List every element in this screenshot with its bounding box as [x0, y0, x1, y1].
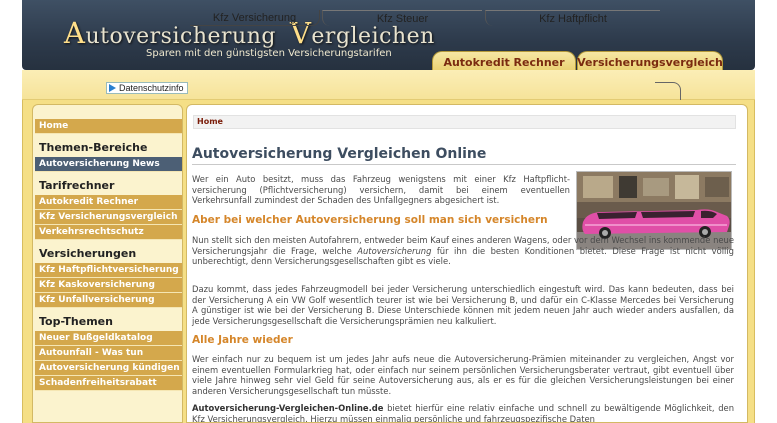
- sidebar-item-autoversicherung-kuendigen[interactable]: Autoversicherung kündigen: [35, 361, 182, 376]
- paragraph-4: Wer einfach nur zu bequem ist um jedes J…: [192, 354, 734, 397]
- nav-divider: [655, 82, 681, 100]
- breadcrumb: Home: [193, 115, 736, 129]
- nav-kfz-steuer[interactable]: Kfz Steuer: [322, 10, 482, 26]
- sidebar-item-bussgeldkatalog[interactable]: Neuer Bußgeldkatalog: [35, 331, 182, 346]
- privacy-info-link[interactable]: Datenschutzinfo: [106, 82, 188, 94]
- logo-word-a: utoversicherung: [85, 24, 276, 49]
- site-name-bold: Autoversicherung-Vergleichen-Online.de: [192, 403, 384, 413]
- paragraph-2-emphasis: Autoversicherung: [357, 245, 432, 256]
- sidebar-item-kfz-versicherungsvergleich[interactable]: Kfz Versicherungsvergleich: [35, 210, 182, 225]
- sidebar-heading-top-themen: Top-Themen: [35, 308, 182, 331]
- sidebar-item-verkehrsrechtschutz[interactable]: Verkehrsrechtschutz: [35, 225, 182, 240]
- nav-kfz-haftpflicht[interactable]: Kfz Haftpflicht: [485, 10, 660, 26]
- sidebar-item-kfz-kaskoversicherung[interactable]: Kfz Kaskoversicherung: [35, 278, 182, 293]
- paragraph-3: Dazu kommt, dass jedes Fahrzeugmodell be…: [192, 284, 734, 327]
- sidebar-item-autounfall[interactable]: Autounfall - Was tun: [35, 346, 182, 361]
- section-heading-welche-versicherung: Aber bei welcher Autoversicherung soll m…: [192, 214, 548, 226]
- play-icon: [109, 84, 116, 92]
- paragraph-5: Autoversicherung-Vergleichen-Online.de b…: [192, 403, 734, 422]
- sidebar-heading-versicherungen: Versicherungen: [35, 240, 182, 263]
- intro-paragraph: Wer ein Auto besitzt, muss das Fahrzeug …: [192, 174, 570, 206]
- sidebar-heading-tarifrechner: Tarifrechner: [35, 172, 182, 195]
- sidebar-item-kfz-haftpflichtversicherung[interactable]: Kfz Haftpflichtversicherung: [35, 263, 182, 278]
- privacy-label: Datenschutzinfo: [119, 83, 184, 93]
- main-content: Home Autoversicherung Vergleichen Online…: [186, 104, 748, 423]
- sidebar-item-autokredit-rechner[interactable]: Autokredit Rechner: [35, 195, 182, 210]
- logo-subtitle: Sparen mit den günstigsten Versicherungs…: [146, 48, 392, 59]
- logo-word-b: ergleichen: [311, 24, 435, 49]
- sidebar-item-autoversicherung-news[interactable]: Autoversicherung News: [35, 157, 182, 172]
- title-divider: [192, 164, 736, 165]
- sidebar-item-kfz-unfallversicherung[interactable]: Kfz Unfallversicherung: [35, 293, 182, 308]
- sidebar-item-home[interactable]: Home: [35, 119, 182, 134]
- logo-letter-a: A: [64, 16, 86, 50]
- sidebar: Home Themen-Bereiche Autoversicherung Ne…: [32, 104, 183, 423]
- page-title: Autoversicherung Vergleichen Online: [192, 146, 487, 162]
- nav-kfz-versicherung[interactable]: Kfz Versicherung: [190, 10, 320, 26]
- sidebar-heading-themen: Themen-Bereiche: [35, 134, 182, 157]
- sidebar-item-schadenfreiheitsrabatt[interactable]: Schadenfreiheitsrabatt: [35, 376, 182, 391]
- breadcrumb-home-link[interactable]: Home: [197, 117, 223, 126]
- paragraph-2: Nun stellt sich den meisten Autofahrern,…: [192, 235, 734, 267]
- section-heading-alle-jahre-wieder: Alle Jahre wieder: [192, 334, 293, 346]
